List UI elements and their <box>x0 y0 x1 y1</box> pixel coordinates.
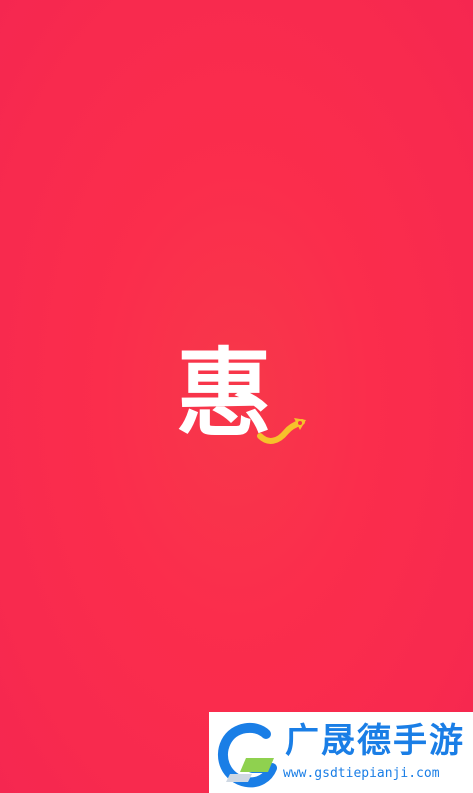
gsd-logo-icon <box>217 722 277 788</box>
watermark-title: 广晟德手游 <box>285 721 465 761</box>
smile-swoosh-icon <box>257 418 306 444</box>
app-logo: 惠 <box>176 344 306 444</box>
watermark-banner: 广晟德手游 www.gsdtiepianji.com <box>209 712 473 793</box>
splash-screen: 惠 <box>0 0 473 793</box>
watermark-url: www.gsdtiepianji.com <box>283 766 440 781</box>
